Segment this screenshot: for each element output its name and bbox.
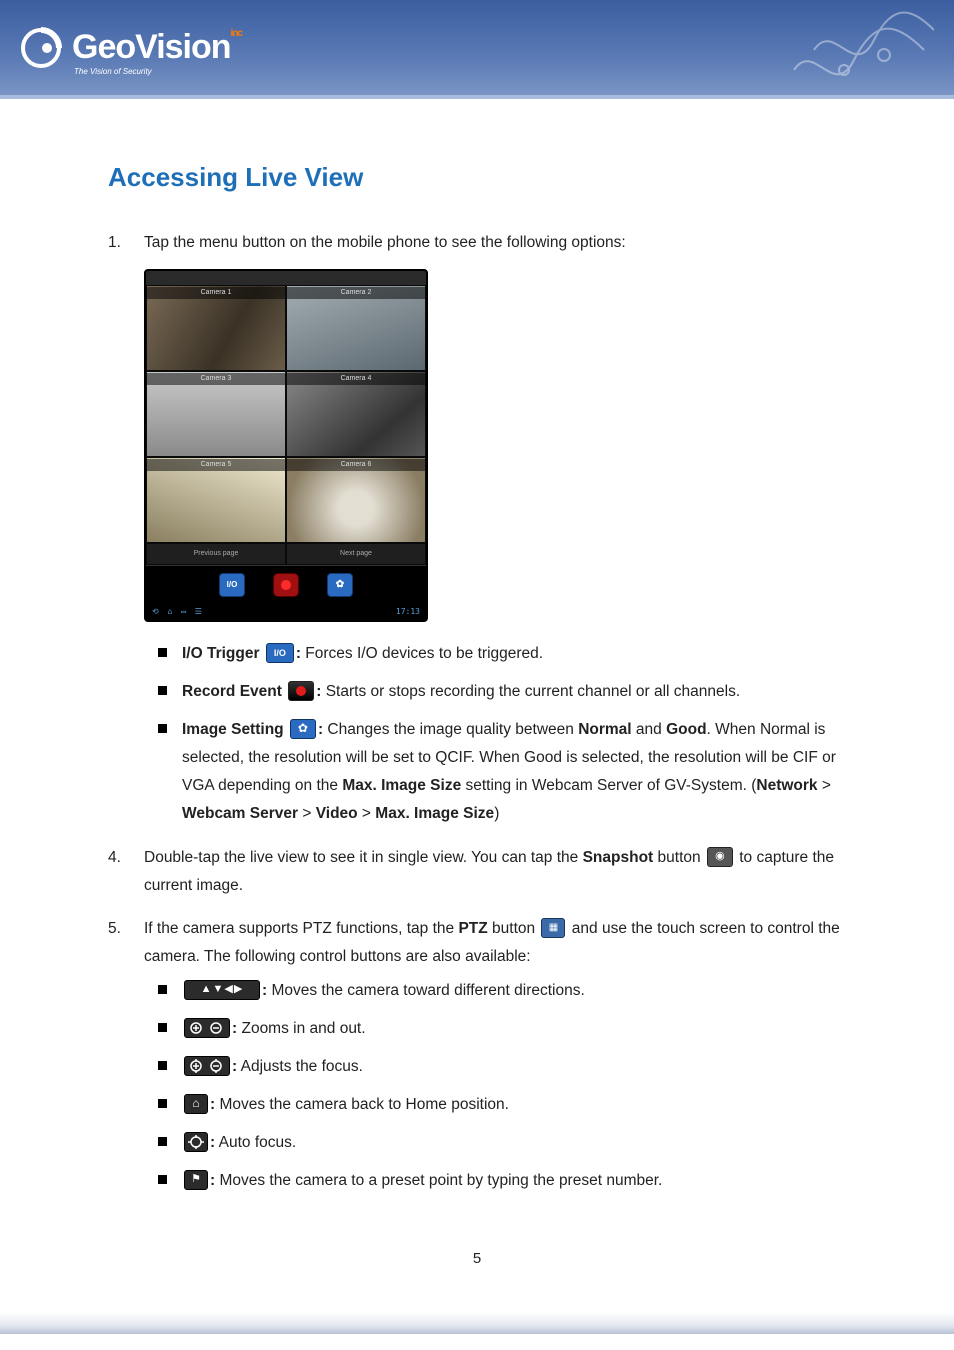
record-event-icon (288, 681, 314, 701)
screenshot-toolbar: I/O ✿ (146, 565, 426, 604)
screenshot-titlebar (146, 271, 426, 285)
page-footer-shadow (0, 1312, 954, 1334)
image-setting-label: Image Setting (182, 721, 284, 738)
bullet-direction: ▲▼◀▶: Moves the camera toward different … (158, 977, 846, 1005)
zoom-icon (184, 1018, 230, 1038)
status-left-icons: ⟲ ⌂ ▭ ☰ (152, 605, 204, 619)
bullet-home: ⌂: Moves the camera back to Home positio… (158, 1091, 846, 1119)
camera-cell: Camera 4 (286, 371, 426, 457)
brand-logo: GeoVisioninc The Vision of Security (20, 27, 242, 69)
record-event-label: Record Event (182, 683, 282, 700)
record-button[interactable] (273, 573, 299, 597)
camera-cell: Camera 6 (286, 457, 426, 543)
page-header: GeoVisioninc The Vision of Security (0, 0, 954, 99)
focus-icon (184, 1056, 230, 1076)
io-trigger-desc: Forces I/O devices to be triggered. (301, 645, 543, 662)
brand-tagline: The Vision of Security (74, 67, 152, 76)
bullet-io-trigger: I/O Trigger I/O: Forces I/O devices to b… (158, 640, 846, 668)
preset-icon: ⚑ (184, 1170, 208, 1190)
io-trigger-button[interactable]: I/O (219, 573, 245, 597)
image-setting-icon: ✿ (290, 719, 316, 739)
bullet-focus: : Adjusts the focus. (158, 1053, 846, 1081)
camera-cell: Camera 2 (286, 285, 426, 371)
mobile-screenshot: Camera 1 Camera 2 Camera 3 Camera 4 Came… (144, 269, 428, 623)
logo-swirl-icon (20, 27, 62, 69)
direction-arrows-icon: ▲▼◀▶ (184, 980, 260, 1000)
step-number: 1. (108, 229, 121, 257)
status-time: 17:13 (396, 605, 420, 619)
bullet-image-setting: Image Setting ✿: Changes the image quali… (158, 716, 846, 828)
settings-button[interactable]: ✿ (327, 573, 353, 597)
autofocus-icon (184, 1132, 208, 1152)
step-number: 4. (108, 844, 121, 872)
prev-page-button[interactable]: Previous page (146, 543, 286, 566)
step-4: 4. Double-tap the live view to see it in… (108, 844, 846, 900)
brand-name: GeoVisioninc The Vision of Security (72, 28, 242, 67)
camera-grid: Camera 1 Camera 2 Camera 3 Camera 4 Came… (146, 285, 426, 543)
brand-suffix: inc (231, 28, 242, 39)
step-number: 5. (108, 915, 121, 943)
ptz-icon: ▦ (541, 918, 565, 938)
screenshot-pagination: Previous page Next page (146, 543, 426, 566)
io-trigger-icon: I/O (266, 643, 294, 663)
bullet-record-event: Record Event : Starts or stops recording… (158, 678, 846, 706)
bullet-preset: ⚑: Moves the camera to a preset point by… (158, 1167, 846, 1195)
screenshot-statusbar: ⟲ ⌂ ▭ ☰ 17:13 (146, 604, 426, 620)
camera-cell: Camera 1 (146, 285, 286, 371)
snapshot-icon: ◉ (707, 847, 733, 867)
record-event-desc: Starts or stops recording the current ch… (321, 683, 740, 700)
step-text: Tap the menu button on the mobile phone … (144, 234, 626, 251)
camera-cell: Camera 3 (146, 371, 286, 457)
bullet-zoom: : Zooms in and out. (158, 1015, 846, 1043)
home-icon: ⌂ (184, 1094, 208, 1114)
io-trigger-label: I/O Trigger (182, 645, 260, 662)
step-1: 1. Tap the menu button on the mobile pho… (108, 229, 846, 828)
section-title: Accessing Live View (108, 154, 846, 201)
document-body: Accessing Live View 1. Tap the menu butt… (0, 99, 954, 1312)
page-number: 5 (108, 1245, 846, 1272)
camera-cell: Camera 5 (146, 457, 286, 543)
step-5: 5. If the camera supports PTZ functions,… (108, 915, 846, 1194)
next-page-button[interactable]: Next page (286, 543, 426, 566)
header-decoration-icon (784, 0, 934, 95)
bullet-autofocus: : Auto focus. (158, 1129, 846, 1157)
